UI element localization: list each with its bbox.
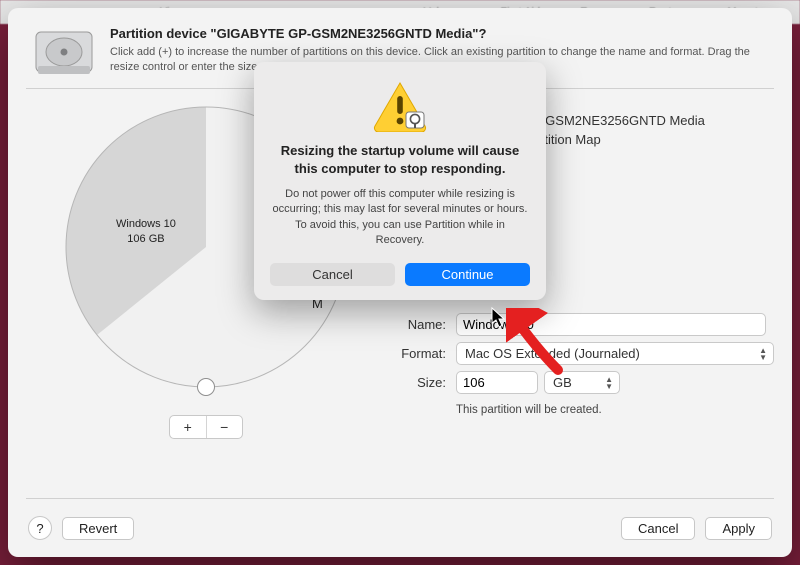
revert-button[interactable]: Revert <box>62 517 134 540</box>
remove-partition-button[interactable]: − <box>207 416 243 438</box>
cancel-button[interactable]: Cancel <box>621 517 695 540</box>
apply-button[interactable]: Apply <box>705 517 772 540</box>
pie-slice-size: 106 GB <box>127 233 164 245</box>
sheet-title: Partition device "GIGABYTE GP-GSM2NE3256… <box>110 26 768 41</box>
size-label: Size: <box>386 375 456 390</box>
confirm-resize-dialog: Resizing the startup volume will cause t… <box>254 62 546 300</box>
partition-hint: This partition will be created. <box>456 404 774 416</box>
format-value: Mac OS Extended (Journaled) <box>465 346 640 361</box>
chevron-updown-icon: ▲▼ <box>759 347 767 361</box>
chevron-updown-icon: ▲▼ <box>605 376 613 390</box>
name-label: Name: <box>386 317 456 332</box>
pie-slice-label: Windows 10 106 GB <box>116 217 176 248</box>
modal-title: Resizing the startup volume will cause t… <box>270 142 530 177</box>
warning-icon <box>372 80 428 132</box>
partition-sheet-window: Partition device "GIGABYTE GP-GSM2NE3256… <box>8 8 792 557</box>
hard-disk-icon <box>32 26 96 78</box>
sheet-footer: ? Revert Cancel Apply <box>8 499 792 557</box>
size-unit-select[interactable]: GB ▲▼ <box>544 371 620 394</box>
size-unit-value: GB <box>553 375 572 390</box>
add-remove-segmented: + − <box>169 415 243 439</box>
pie-slice-name: Windows 10 <box>116 218 176 230</box>
modal-continue-button[interactable]: Continue <box>405 263 530 286</box>
help-button[interactable]: ? <box>28 516 52 540</box>
format-select[interactable]: Mac OS Extended (Journaled) ▲▼ <box>456 342 774 365</box>
add-partition-button[interactable]: + <box>170 416 207 438</box>
modal-body: Do not power off this computer while res… <box>270 187 530 249</box>
format-label: Format: <box>386 346 456 361</box>
modal-cancel-button[interactable]: Cancel <box>270 263 395 286</box>
size-field[interactable] <box>456 371 538 394</box>
name-field[interactable] <box>456 313 766 336</box>
